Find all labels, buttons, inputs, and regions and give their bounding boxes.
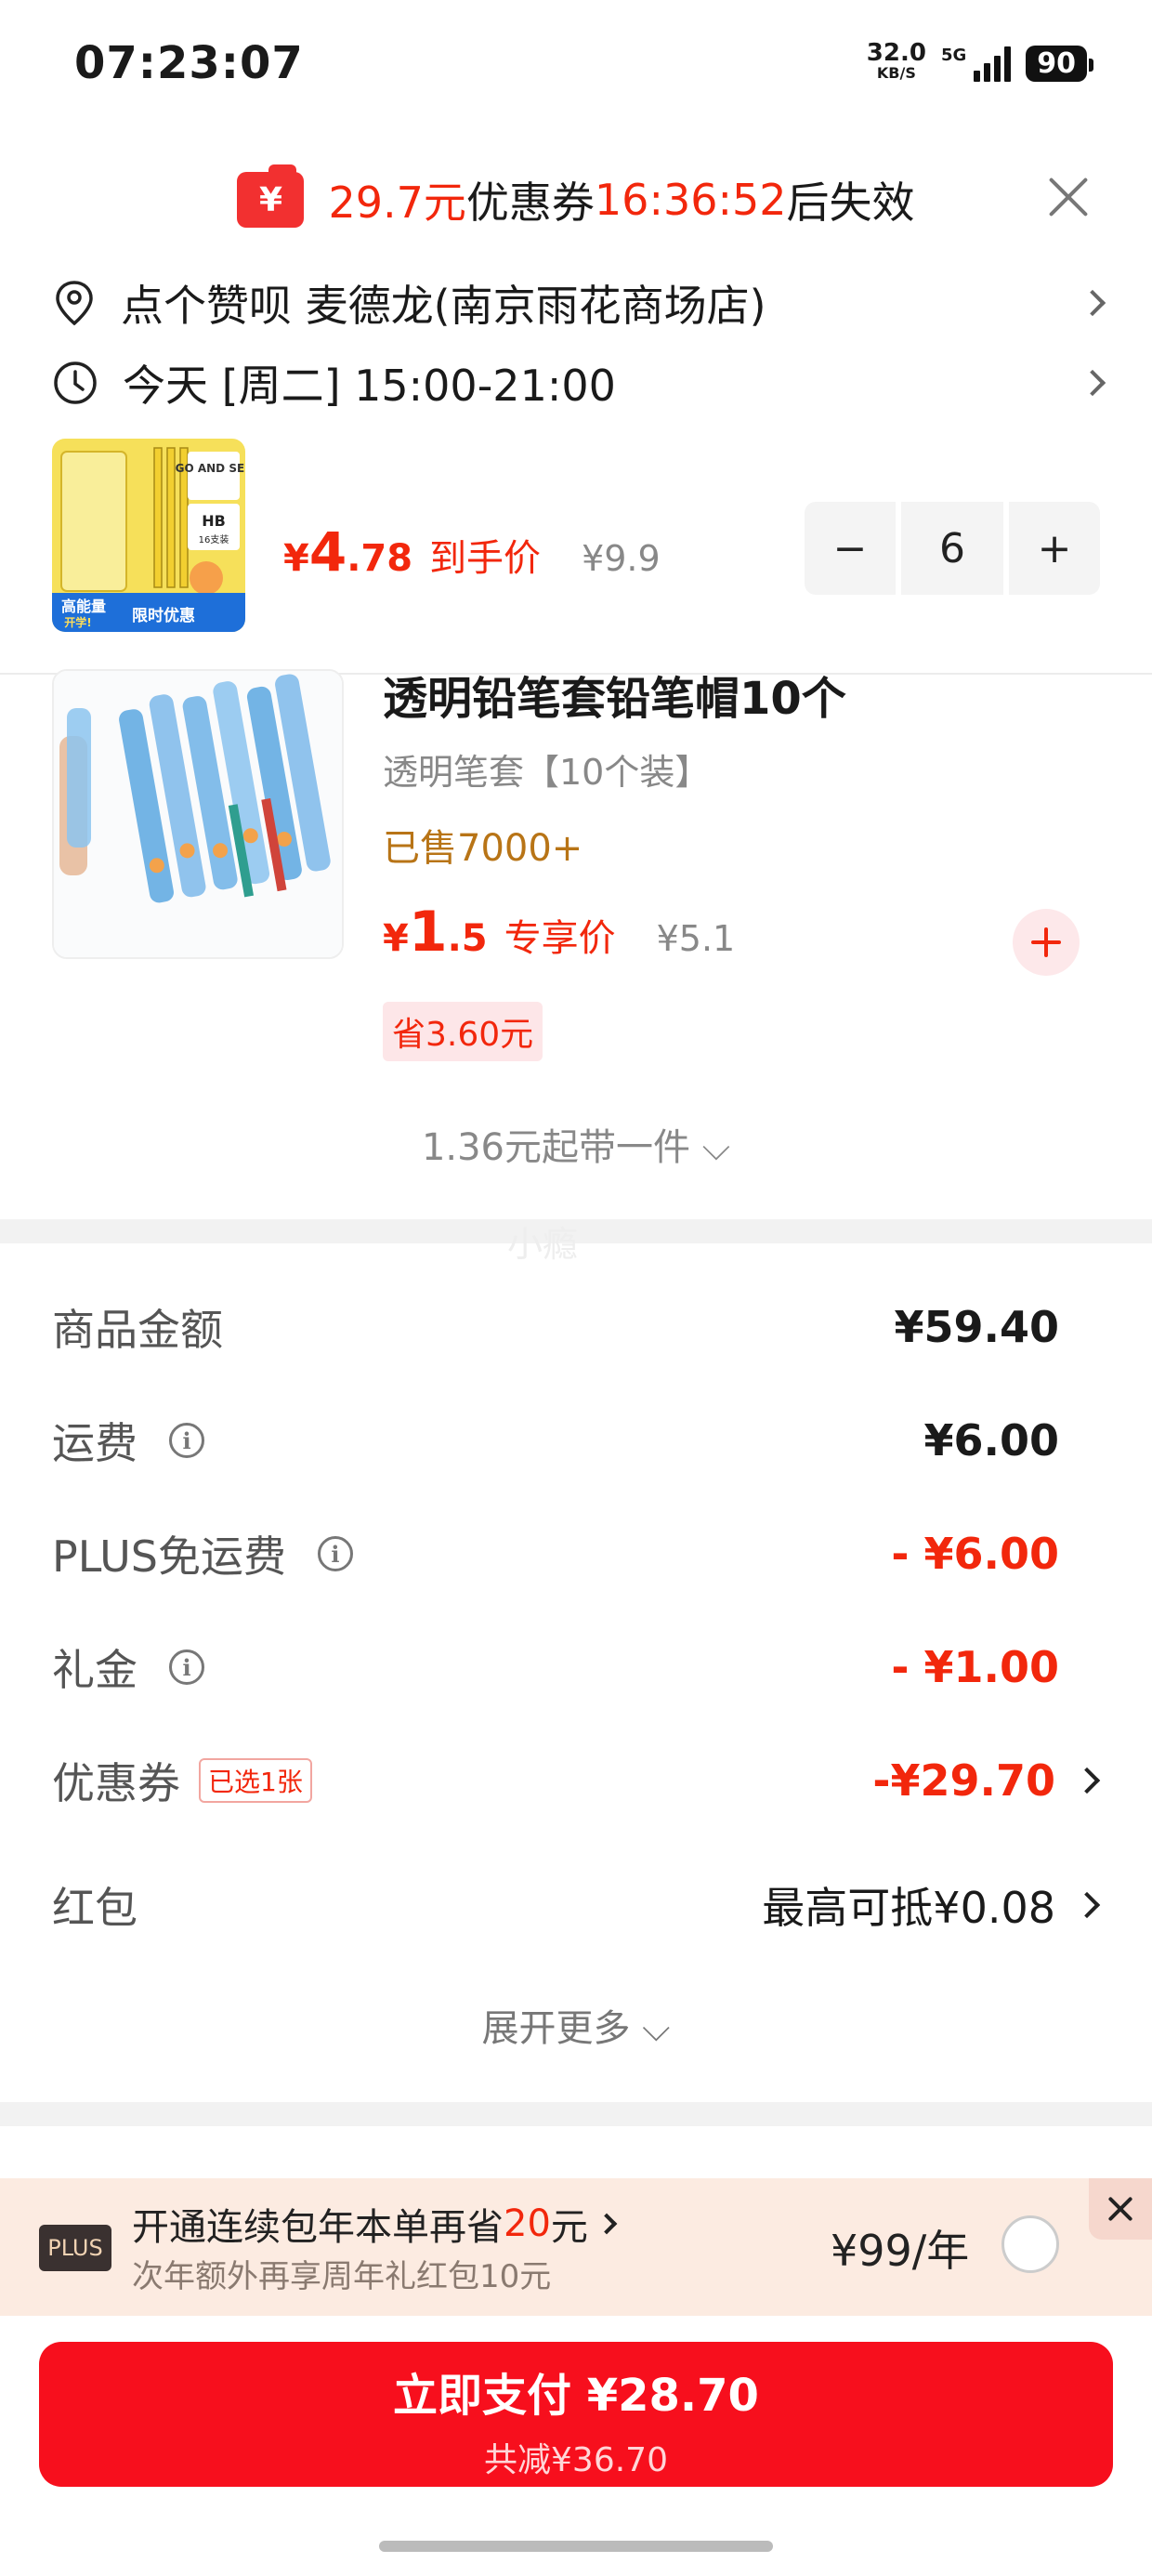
coupon-value: -¥29.70 <box>872 1755 1102 1806</box>
coupon-selected-tag: 已选1张 <box>199 1758 312 1803</box>
location-pin-icon <box>56 281 93 326</box>
addon-product-subtitle: 透明笔套【10个装】 <box>383 752 711 793</box>
thumb-promo2-text: 开学! <box>64 615 91 629</box>
plus-free-shipping-row: PLUS免运费 i - ¥6.00 <box>52 1517 1102 1591</box>
red-packet-label: 红包 <box>52 1883 137 1933</box>
exclusive-price-tag: 专享价 <box>504 917 616 960</box>
plus-select-radio[interactable] <box>1001 2215 1059 2273</box>
gift-money-label: 礼金 <box>52 1645 137 1695</box>
goods-amount-row: 商品金额 ¥59.40 <box>52 1290 1102 1364</box>
decrease-quantity-button[interactable]: − <box>805 502 896 595</box>
thumb-promo1-text: 高能量 <box>61 598 106 615</box>
thumb-hb-text: HB <box>202 512 226 530</box>
thumb-promo3-text: 限时优惠 <box>132 606 195 625</box>
info-icon[interactable]: i <box>169 1423 204 1458</box>
plus-logo: PLUS <box>39 2225 111 2271</box>
quantity-value[interactable]: 6 <box>901 502 1003 595</box>
delivery-time-row[interactable]: 今天 [周二] 15:00-21:00 <box>52 346 1106 420</box>
close-plus-bar-icon[interactable] <box>1089 2178 1152 2240</box>
plus-free-shipping-label: PLUS免运费 <box>52 1531 286 1582</box>
plus-free-shipping-value: - ¥6.00 <box>891 1529 1059 1579</box>
status-time: 07:23:07 <box>74 37 304 89</box>
battery-icon: 90 <box>1026 45 1093 82</box>
main-product-price-row: ¥4.78 到手价 ¥9.9 <box>283 520 661 584</box>
addon-product-price: ¥1.5 <box>383 900 488 965</box>
main-product-price: ¥4.78 <box>283 520 413 584</box>
red-packet-row[interactable]: 红包 最高可抵¥0.08 <box>52 1868 1102 1942</box>
coupon-amount: 29.7元 <box>328 177 466 228</box>
plus-offer-amount: 20 <box>504 2202 551 2245</box>
more-addon-link[interactable]: 1.36元起带一件 ⌵ <box>0 1117 1152 1171</box>
section-divider <box>0 2102 1152 2126</box>
expand-more-link[interactable]: 展开更多 ⌵ <box>0 1998 1152 2052</box>
coupon-row[interactable]: 优惠券 已选1张 -¥29.70 <box>52 1743 1102 1818</box>
address-row[interactable]: 点个赞呗 麦德龙(南京雨花商场店) <box>52 266 1106 340</box>
watermark: 小瘾 <box>507 1224 579 1265</box>
clock-icon <box>54 361 97 404</box>
shipping-value: ¥6.00 <box>923 1415 1059 1465</box>
addon-product-image[interactable] <box>52 669 344 959</box>
coupon-row-label: 优惠券 <box>52 1758 180 1808</box>
thumb-pack-text: 16支装 <box>199 533 229 545</box>
plus-price: ¥99/年 <box>831 2226 970 2276</box>
pay-now-button[interactable]: 立即支付 ¥28.70 共减¥36.70 <box>39 2342 1113 2487</box>
increase-quantity-button[interactable]: + <box>1009 502 1100 595</box>
home-indicator[interactable] <box>379 2541 773 2552</box>
delivery-address: 点个赞呗 麦德龙(南京雨花商场店) <box>121 281 766 331</box>
price-tag: 到手价 <box>429 537 542 580</box>
delivery-time: 今天 [周二] 15:00-21:00 <box>123 361 616 411</box>
original-price: ¥9.9 <box>582 538 661 579</box>
pay-now-label: 立即支付 ¥28.70 <box>393 2370 759 2422</box>
addon-product-price-row: ¥1.5 专享价 ¥5.1 <box>383 900 735 965</box>
goods-amount-label: 商品金额 <box>52 1305 223 1355</box>
network-type: 5G <box>940 45 967 65</box>
coupon-icon: ¥ <box>237 164 305 228</box>
main-product-image[interactable]: GO AND SEE HB 16支装 高能量 开学! 限时优惠 <box>52 439 245 632</box>
chevron-right-icon <box>1079 289 1106 317</box>
close-banner-icon[interactable] <box>1042 171 1094 223</box>
thumb-brand-text: GO AND SEE <box>176 462 245 475</box>
info-icon[interactable]: i <box>317 1536 353 1571</box>
red-packet-value: 最高可抵¥0.08 <box>762 1874 1102 1936</box>
total-discount-label: 共减¥36.70 <box>484 2441 668 2479</box>
quantity-stepper: − 6 + <box>805 502 1100 595</box>
add-to-cart-icon[interactable] <box>1013 909 1080 976</box>
plus-offer-subtitle: 次年额外再享周年礼红包10元 <box>132 2258 552 2295</box>
gift-money-value: - ¥1.00 <box>891 1642 1059 1692</box>
addon-product-sold: 已售7000+ <box>383 827 583 870</box>
save-amount-badge: 省3.60元 <box>383 1002 543 1061</box>
status-indicators: 32.0 KB/S 5G 90 <box>866 39 1093 84</box>
addon-product-title[interactable]: 透明铅笔套铅笔帽10个 <box>383 662 846 727</box>
goods-amount-value: ¥59.40 <box>894 1302 1059 1352</box>
shipping-row: 运费 i ¥6.00 <box>52 1403 1102 1478</box>
plus-offer-title[interactable]: 开通连续包年本单再省 20 元 <box>132 2197 618 2251</box>
shipping-label: 运费 <box>52 1418 137 1468</box>
chevron-right-icon <box>596 2213 618 2235</box>
network-speed: 32.0 KB/S <box>866 39 926 82</box>
chevron-right-icon <box>1079 369 1106 397</box>
info-icon[interactable]: i <box>169 1649 204 1685</box>
coupon-label: 优惠券 <box>465 177 595 228</box>
coupon-suffix: 后失效 <box>786 177 915 228</box>
gift-money-row: 礼金 i - ¥1.00 <box>52 1630 1102 1704</box>
addon-original-price: ¥5.1 <box>656 918 736 959</box>
signal-icon <box>974 45 1012 82</box>
coupon-expiry-banner: ¥ 29.7元 优惠券 16:36:52 后失效 <box>0 158 1152 242</box>
coupon-countdown: 16:36:52 <box>594 175 787 225</box>
